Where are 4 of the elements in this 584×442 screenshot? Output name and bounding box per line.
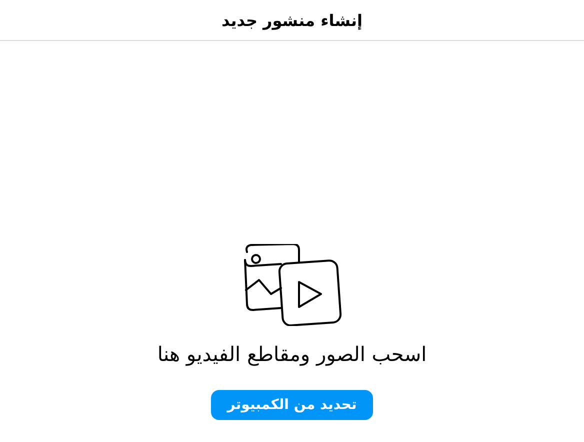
select-from-computer-button[interactable]: تحديد من الكمبيوتر — [211, 390, 373, 420]
dialog-title: إنشاء منشور جديد — [221, 10, 363, 30]
drag-instructions: اسحب الصور ومقاطع الفيديو هنا — [157, 342, 427, 366]
photo-and-video-icon — [241, 244, 343, 326]
